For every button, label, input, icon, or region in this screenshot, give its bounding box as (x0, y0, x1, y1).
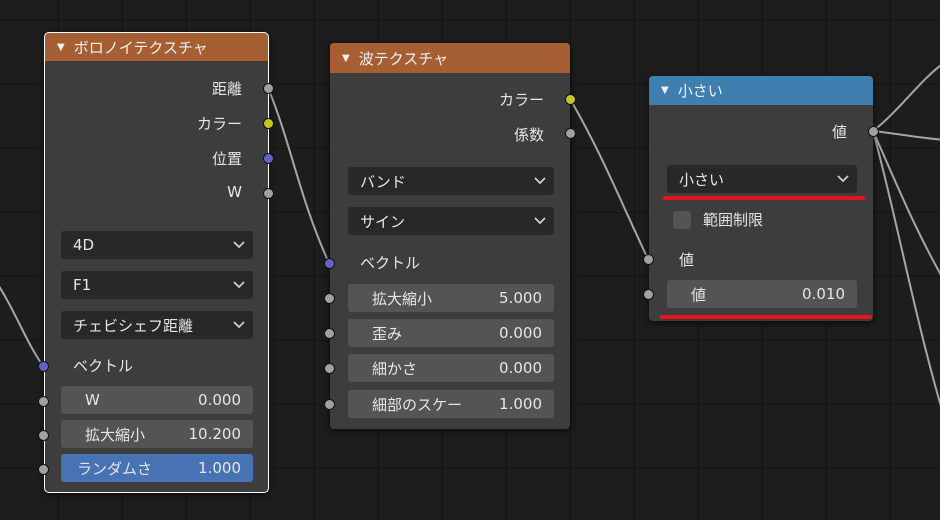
wave-factor-socket[interactable] (565, 128, 576, 139)
chevron-down-icon (233, 239, 245, 251)
link-input-to-voronoi-vector (0, 286, 44, 367)
math-output-socket[interactable] (868, 126, 879, 137)
wave-output-color: カラー (498, 91, 544, 109)
math-node-title: 小さい (677, 82, 723, 100)
voronoi-metric-value: チェビシェフ距離 (73, 316, 194, 335)
chevron-down-icon (837, 173, 849, 185)
wave-color-socket[interactable] (565, 94, 576, 105)
voronoi-feature-value: F1 (73, 276, 92, 294)
voronoi-scale-socket[interactable] (38, 430, 49, 441)
red-annotation-underline-value (660, 315, 872, 319)
field-label: 拡大縮小 (85, 425, 146, 444)
voronoi-position-socket[interactable] (263, 153, 274, 164)
field-label: 歪み (372, 324, 403, 343)
collapse-arrow-icon[interactable]: ▼ (342, 53, 350, 64)
link-math-out-4 (872, 130, 940, 407)
wave-scale-socket[interactable] (324, 293, 335, 304)
chevron-down-icon (233, 279, 245, 291)
voronoi-node-title: ボロノイテクスチャ (73, 38, 208, 57)
link-math-out-2 (872, 130, 940, 141)
math-input-socket-1[interactable] (643, 254, 654, 265)
field-label: 細部のスケー (372, 395, 463, 414)
math-operation-dropdown[interactable]: 小さい (667, 165, 857, 193)
field-value: 1.000 (198, 459, 241, 477)
voronoi-vector-socket[interactable] (38, 361, 49, 372)
voronoi-w-input-socket[interactable] (38, 396, 49, 407)
field-label: W (85, 391, 100, 409)
voronoi-metric-dropdown[interactable]: チェビシェフ距離 (61, 311, 253, 339)
wave-profile-dropdown[interactable]: サイン (348, 207, 554, 235)
field-label: 値 (691, 285, 707, 304)
voronoi-texture-node[interactable]: ▼ ボロノイテクスチャ 距離 カラー 位置 W 4D F1 チェビシェフ距離 ベ… (44, 32, 269, 493)
chevron-down-icon (534, 175, 546, 187)
math-output-value: 値 (831, 123, 847, 141)
field-label: ランダムさ (77, 459, 153, 478)
voronoi-output-position: 位置 (211, 150, 242, 168)
voronoi-scale-field[interactable]: 拡大縮小 10.200 (61, 420, 253, 448)
math-input-value-label: 値 (679, 251, 695, 269)
wave-output-factor: 係数 (513, 126, 544, 144)
wave-node-title: 波テクスチャ (358, 49, 449, 68)
voronoi-node-header[interactable]: ▼ ボロノイテクスチャ (45, 33, 268, 61)
voronoi-randomness-socket[interactable] (38, 464, 49, 475)
field-value: 0.000 (499, 359, 542, 377)
field-value: 0.010 (802, 285, 845, 303)
chevron-down-icon (233, 319, 245, 331)
wave-vector-label: ベクトル (360, 254, 421, 272)
field-value: 5.000 (499, 289, 542, 307)
voronoi-dimensions-value: 4D (73, 236, 95, 254)
math-input-socket-2[interactable] (643, 289, 654, 300)
field-label: 拡大縮小 (372, 289, 433, 308)
link-math-out-1 (872, 64, 940, 132)
wave-node-header[interactable]: ▼ 波テクスチャ (330, 43, 570, 73)
voronoi-randomness-field[interactable]: ランダムさ 1.000 (61, 454, 253, 482)
collapse-arrow-icon[interactable]: ▼ (57, 42, 65, 53)
voronoi-output-distance: 距離 (211, 80, 242, 98)
clamp-checkbox[interactable] (673, 210, 691, 229)
wave-profile-value: サイン (360, 212, 406, 231)
collapse-arrow-icon[interactable]: ▼ (661, 85, 669, 96)
voronoi-color-socket[interactable] (263, 118, 274, 129)
wave-type-dropdown[interactable]: バンド (348, 167, 554, 195)
wave-detail-scale-field[interactable]: 細部のスケー 1.000 (348, 390, 554, 418)
field-label: 細かさ (372, 359, 418, 378)
field-value: 0.000 (198, 391, 241, 409)
voronoi-distance-socket[interactable] (263, 83, 274, 94)
math-value-field[interactable]: 値 0.010 (667, 280, 857, 308)
red-annotation-underline-operation (663, 196, 865, 200)
link-math-out-3 (872, 130, 940, 276)
math-clamp-checkbox-row[interactable]: 範囲制限 (673, 209, 763, 230)
link-wave-color-to-math-value (569, 98, 649, 260)
clamp-label: 範囲制限 (703, 211, 764, 229)
field-value: 0.000 (499, 324, 542, 342)
wave-vector-socket[interactable] (324, 258, 335, 269)
wave-distortion-socket[interactable] (324, 328, 335, 339)
wave-detail-socket[interactable] (324, 363, 335, 374)
wave-detail-field[interactable]: 細かさ 0.000 (348, 354, 554, 382)
voronoi-feature-dropdown[interactable]: F1 (61, 271, 253, 299)
chevron-down-icon (534, 215, 546, 227)
voronoi-dimensions-dropdown[interactable]: 4D (61, 231, 253, 259)
voronoi-output-color: カラー (196, 115, 242, 133)
wave-type-value: バンド (360, 172, 406, 191)
field-value: 1.000 (499, 395, 542, 413)
voronoi-w-output-socket[interactable] (263, 188, 274, 199)
math-node-header[interactable]: ▼ 小さい (649, 76, 873, 105)
link-voronoi-distance-to-wave-vector (267, 87, 330, 264)
voronoi-output-w: W (227, 183, 242, 201)
wave-distortion-field[interactable]: 歪み 0.000 (348, 319, 554, 347)
field-value: 10.200 (188, 425, 242, 443)
wave-texture-node[interactable]: ▼ 波テクスチャ カラー 係数 バンド サイン ベクトル 拡大縮小 5.000 … (330, 43, 570, 429)
voronoi-w-field[interactable]: W 0.000 (61, 386, 253, 414)
wave-scale-field[interactable]: 拡大縮小 5.000 (348, 284, 554, 312)
wave-detail-scale-socket[interactable] (324, 399, 335, 410)
voronoi-vector-label: ベクトル (73, 357, 134, 375)
math-operation-value: 小さい (679, 170, 725, 189)
